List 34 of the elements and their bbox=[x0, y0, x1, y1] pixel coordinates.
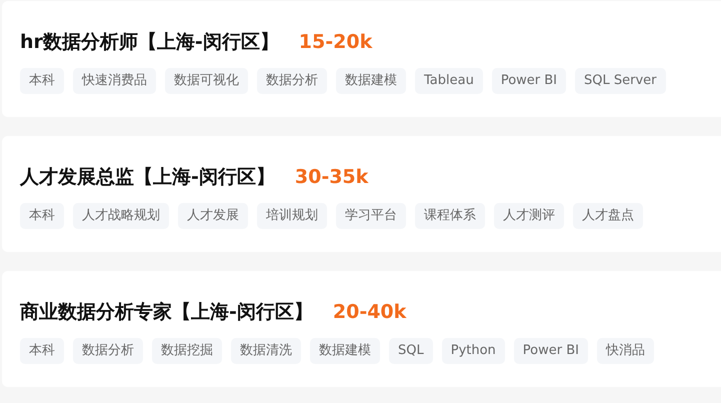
skill-tag: SQL Server bbox=[575, 68, 666, 94]
skill-tag: 人才盘点 bbox=[573, 203, 643, 229]
skill-tag: 快消品 bbox=[597, 338, 654, 364]
skill-tag: 课程体系 bbox=[415, 203, 485, 229]
job-card[interactable]: 人才发展总监【上海-闵行区】 30-35k 本科 人才战略规划 人才发展 培训规划 学习平台 课程体系 人才测评 人才盘点 bbox=[2, 136, 721, 252]
skill-tag: 本科 bbox=[20, 203, 64, 229]
skill-tag: Python bbox=[442, 338, 505, 364]
skill-tag: 人才发展 bbox=[178, 203, 248, 229]
skill-tag: 数据清洗 bbox=[231, 338, 301, 364]
skill-tag: Power BI bbox=[514, 338, 588, 364]
skill-tag: 培训规划 bbox=[257, 203, 327, 229]
skill-tag: 本科 bbox=[20, 68, 64, 94]
salary-range: 20-40k bbox=[332, 300, 406, 325]
salary-range: 30-35k bbox=[294, 165, 368, 190]
skill-tag: 快速消费品 bbox=[73, 68, 156, 94]
job-title[interactable]: 人才发展总监【上海-闵行区】 bbox=[20, 163, 275, 191]
job-card[interactable]: 商业数据分析专家【上海-闵行区】 20-40k 本科 数据分析 数据挖掘 数据清洗 数据建模 SQL Python Power BI 快消品 bbox=[2, 271, 721, 387]
job-title[interactable]: 商业数据分析专家【上海-闵行区】 bbox=[20, 298, 313, 326]
skill-tag: 人才战略规划 bbox=[73, 203, 169, 229]
skill-tag: 数据建模 bbox=[310, 338, 380, 364]
skill-tag: 数据挖掘 bbox=[152, 338, 222, 364]
job-card[interactable]: hr数据分析师【上海-闵行区】 15-20k 本科 快速消费品 数据可视化 数据分析 数据建模 Tableau Power BI SQL Server bbox=[2, 1, 721, 117]
skill-tag: 数据建模 bbox=[336, 68, 406, 94]
skill-tag: 数据分析 bbox=[73, 338, 143, 364]
skill-tag: 人才测评 bbox=[494, 203, 564, 229]
skill-tag: Tableau bbox=[415, 68, 483, 94]
skill-tag: 数据可视化 bbox=[165, 68, 248, 94]
skill-tag: SQL bbox=[389, 338, 433, 364]
skill-tag: 学习平台 bbox=[336, 203, 406, 229]
skill-tag: Power BI bbox=[492, 68, 566, 94]
job-title[interactable]: hr数据分析师【上海-闵行区】 bbox=[20, 28, 279, 56]
salary-range: 15-20k bbox=[298, 30, 372, 55]
skill-tag: 本科 bbox=[20, 338, 64, 364]
skill-tag: 数据分析 bbox=[257, 68, 327, 94]
